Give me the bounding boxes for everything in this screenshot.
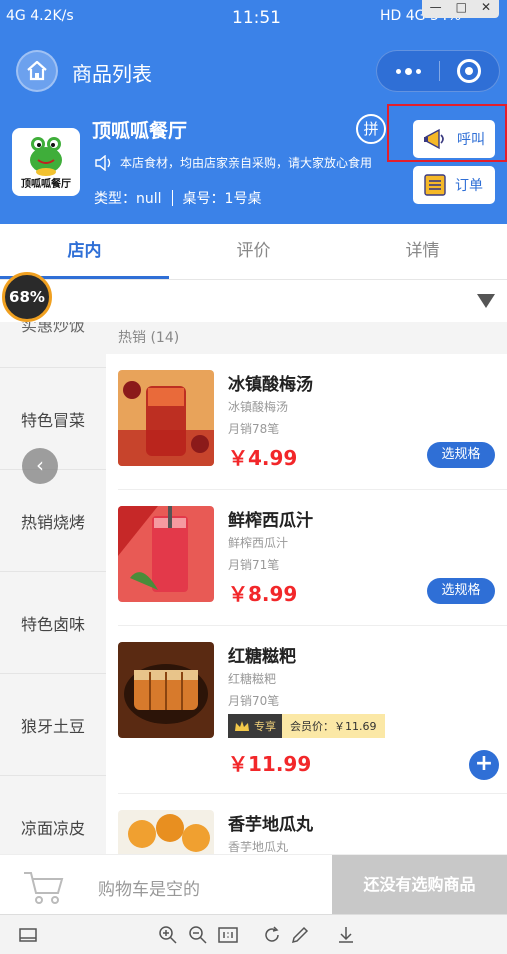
more-dots-icon [395, 68, 401, 74]
app-root: 4G 4.2K/s 11:51 HD 4G 54% — □ ✕ 商品列表 顶呱呱… [0, 0, 507, 954]
shop-meta: 类型：null 桌号：1号桌 [94, 188, 261, 208]
status-bar: 4G 4.2K/s 11:51 HD 4G 54% — □ ✕ [0, 0, 507, 40]
filter-bar [0, 280, 507, 322]
shop-logo-text: 顶呱呱餐厅 [21, 179, 71, 190]
member-price: 会员价：￥11.69 [282, 714, 385, 738]
more-menu-button[interactable] [377, 51, 439, 91]
select-spec-button[interactable]: 选规格 [427, 442, 495, 468]
product-list: 热销 (14) 冰镇酸梅汤 冰镇酸梅汤 月销78笔 ￥4.99 选规格 鲜榨西瓜… [106, 322, 507, 854]
window-controls: — □ ✕ [421, 0, 499, 18]
orders-button[interactable]: 订单 [413, 166, 495, 204]
product-price: ￥11.99 [228, 752, 312, 776]
back-arrow-icon[interactable]: ‹ [22, 448, 58, 484]
status-time: 11:51 [232, 8, 281, 28]
call-waiter-button[interactable]: 呼叫 [413, 120, 495, 158]
shopping-cart-icon[interactable] [22, 869, 66, 905]
actual-size-icon[interactable] [218, 925, 238, 945]
page-title: 商品列表 [72, 62, 152, 86]
product-item[interactable]: 冰镇酸梅汤 冰镇酸梅汤 月销78笔 ￥4.99 选规格 [118, 354, 507, 490]
product-sales: 月销70笔 [228, 694, 280, 708]
product-image-brown-sugar-cake [118, 642, 214, 738]
product-sales: 月销71笔 [228, 558, 280, 572]
product-name: 冰镇酸梅汤 [228, 375, 313, 395]
cart-empty-label: 购物车是空的 [98, 880, 200, 900]
product-name: 红糖糍粑 [228, 647, 296, 667]
product-price: ￥4.99 [228, 446, 298, 470]
close-icon[interactable]: ✕ [481, 0, 491, 18]
product-sales: 月销78笔 [228, 422, 280, 436]
product-desc: 鲜榨西瓜汁 [228, 536, 289, 550]
order-label: 订单 [455, 178, 483, 194]
product-desc: 香芋地瓜丸 [228, 840, 289, 854]
window-icon[interactable] [18, 925, 38, 945]
close-miniprogram-icon[interactable] [457, 59, 481, 83]
frog-logo-icon [30, 137, 62, 176]
product-image-plum-drink [118, 370, 214, 466]
category-sidebar: 实惠炒饭 特色冒菜 热销烧烤 特色卤味 狼牙土豆 凉面凉皮 [0, 322, 106, 854]
call-label: 呼叫 [457, 132, 485, 148]
product-item[interactable]: 红糖糍粑 红糖糍粑 月销70笔 专享 会员价：￥11.69 ￥11.99 + [118, 626, 507, 794]
category-item[interactable]: 狼牙土豆 [0, 674, 106, 776]
product-item[interactable]: 香芋地瓜丸 香芋地瓜丸 [118, 794, 507, 854]
home-button[interactable] [16, 50, 58, 92]
speed-badge[interactable]: 68% [2, 272, 52, 322]
megaphone-icon [424, 128, 444, 150]
shop-name: 顶呱呱餐厅 [92, 120, 188, 142]
vip-exclusive-label: 专享 [254, 720, 276, 733]
home-icon [27, 60, 47, 81]
product-image-taro-balls [118, 810, 214, 854]
shop-info: 顶呱呱餐厅 顶呱呱餐厅 拼 本店食材，均由店家亲自采购，请大家放心食用 类型：n… [0, 102, 507, 224]
tab-reviews[interactable]: 评价 [169, 224, 338, 279]
tab-in-store[interactable]: 店内 [0, 224, 169, 279]
add-to-cart-button[interactable]: + [469, 750, 499, 780]
tab-details[interactable]: 详情 [338, 224, 507, 279]
speaker-icon [95, 154, 111, 171]
product-desc: 红糖糍粑 [228, 672, 277, 686]
status-signal: 4G 4.2K/s [6, 8, 74, 24]
section-title: 热销 (14) [106, 322, 507, 354]
product-price: ￥8.99 [228, 582, 298, 606]
zoom-out-icon[interactable] [188, 925, 208, 945]
shop-notice: 本店食材，均由店家亲自采购，请大家放心食用 [94, 154, 386, 171]
minimize-icon[interactable]: — [430, 0, 442, 18]
edit-pencil-icon[interactable] [290, 925, 310, 945]
group-buy-badge[interactable]: 拼 [356, 114, 386, 144]
cart-bar: 购物车是空的 还没有选购商品 [0, 854, 507, 915]
shop-logo: 顶呱呱餐厅 [12, 128, 80, 196]
category-item[interactable]: 实惠炒饭 [0, 322, 106, 368]
crown-icon [235, 721, 249, 731]
checkout-button[interactable]: 还没有选购商品 [332, 855, 507, 915]
shop-type: 类型：null [94, 191, 162, 207]
select-spec-button[interactable]: 选规格 [427, 578, 495, 604]
category-item[interactable]: 特色卤味 [0, 572, 106, 674]
maximize-icon[interactable]: □ [456, 0, 467, 18]
product-image-watermelon-juice [118, 506, 214, 602]
notice-text: 本店食材，均由店家亲自采购，请大家放心食用 [120, 156, 373, 170]
category-item[interactable]: 热销烧烤 [0, 470, 106, 572]
product-name: 香芋地瓜丸 [228, 815, 313, 835]
rotate-icon[interactable] [262, 925, 282, 945]
download-icon[interactable] [336, 925, 356, 945]
tab-bar: 店内 评价 详情 [0, 224, 507, 280]
table-number: 桌号：1号桌 [182, 191, 262, 207]
order-list-icon [424, 174, 446, 196]
product-desc: 冰镇酸梅汤 [228, 400, 289, 414]
product-item[interactable]: 鲜榨西瓜汁 鲜榨西瓜汁 月销71笔 ￥8.99 选规格 [118, 490, 507, 626]
page-header: 商品列表 [0, 40, 507, 102]
miniprogram-capsule [376, 50, 500, 92]
zoom-in-icon[interactable] [158, 925, 178, 945]
member-price-tag: 专享 会员价：￥11.69 [228, 714, 385, 738]
dropdown-triangle-icon[interactable] [477, 294, 495, 308]
product-name: 鲜榨西瓜汁 [228, 511, 313, 531]
category-item[interactable]: 凉面凉皮 [0, 776, 106, 854]
bottom-toolbar [0, 914, 507, 954]
